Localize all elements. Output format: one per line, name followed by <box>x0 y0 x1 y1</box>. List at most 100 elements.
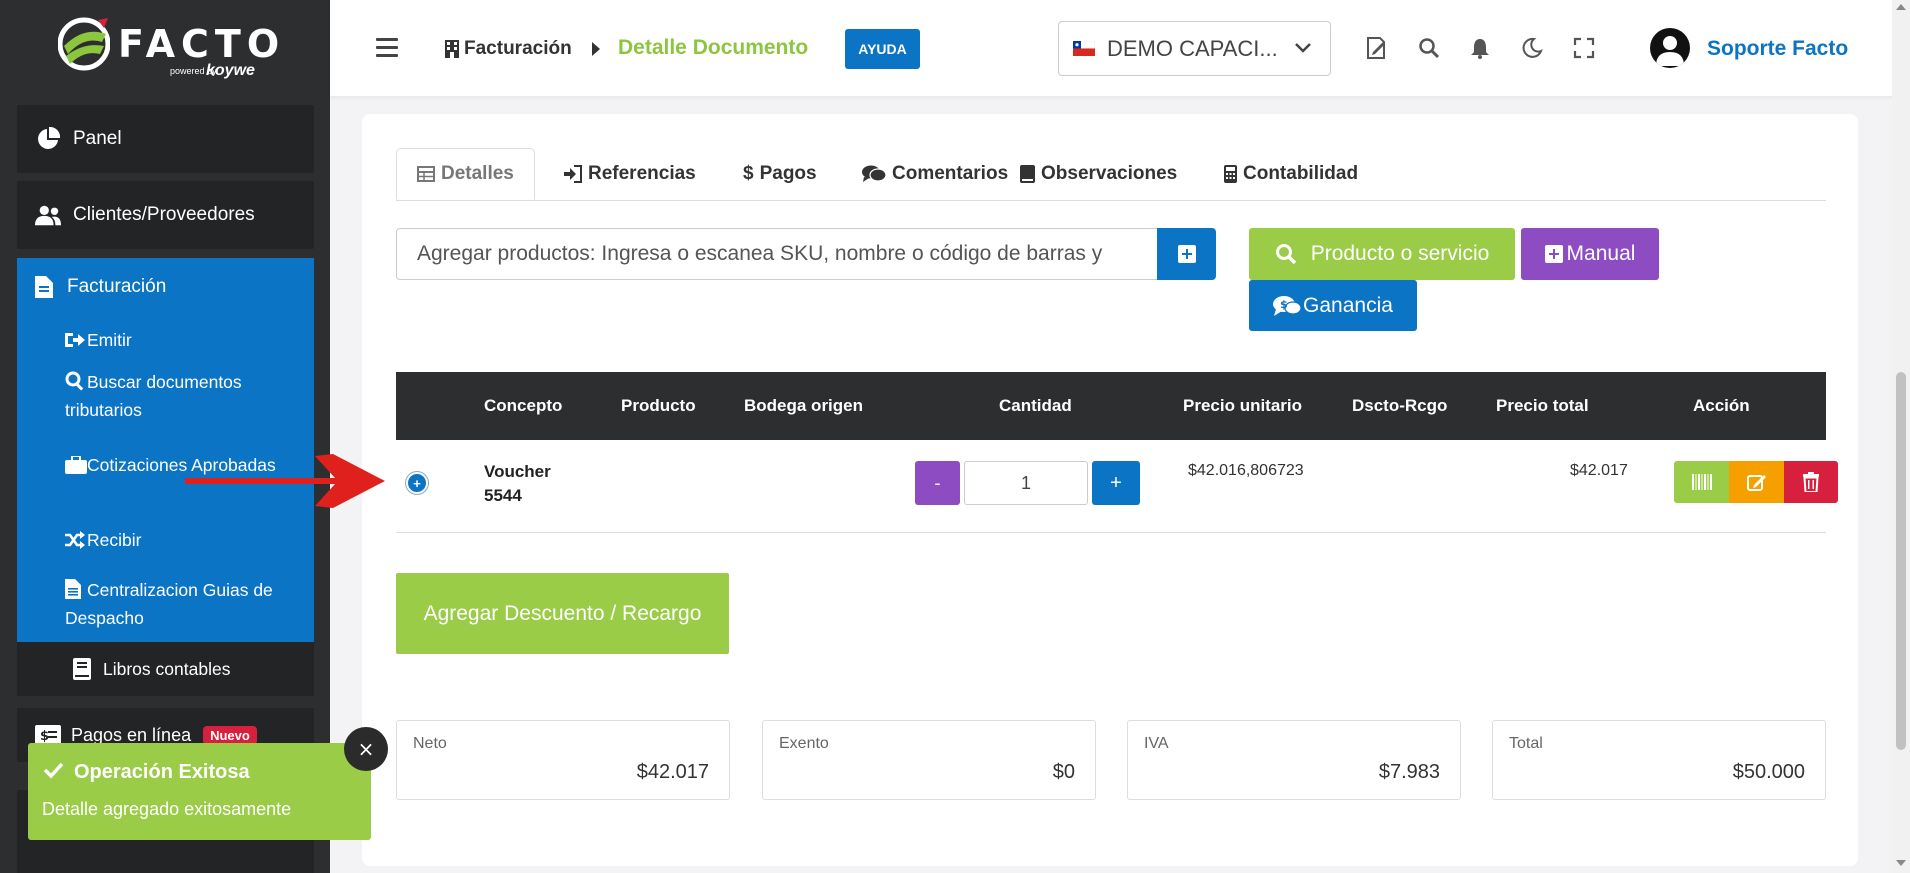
document-detail-card: Detalles Referencias $ Pagos Comentarios… <box>362 114 1858 866</box>
summary-value: $50.000 <box>1732 761 1805 783</box>
edit-button[interactable] <box>1729 461 1785 503</box>
logo[interactable]: FACTO powered by koywe <box>0 0 330 98</box>
trash-icon <box>1803 472 1819 492</box>
toast-close-button[interactable]: × <box>344 727 388 771</box>
tab-pagos[interactable]: $ Pagos <box>743 148 817 200</box>
sidebar-subitem-label: Centralizacion Guias de Despacho <box>65 580 273 628</box>
comments-icon <box>862 165 886 183</box>
summary-value: $0 <box>1052 761 1075 783</box>
tab-comentarios[interactable]: Comentarios <box>862 148 1008 200</box>
sidebar-subitem-centralizacion[interactable]: Centralizacion Guias de Despacho <box>65 578 305 631</box>
product-search-input[interactable]: Agregar productos: Ingresa o escanea SKU… <box>396 228 1160 280</box>
column-header: Dscto-Rcgo <box>1352 396 1448 415</box>
quantity-input[interactable]: 1 <box>964 461 1088 505</box>
logo-brand: koywe <box>206 62 255 79</box>
sidebar-item-facturacion[interactable]: Facturación <box>35 276 166 298</box>
delete-button[interactable] <box>1784 461 1838 503</box>
scroll-up-icon[interactable] <box>1896 4 1906 10</box>
book-icon <box>73 658 91 680</box>
avatar[interactable] <box>1650 28 1690 68</box>
scroll-down-icon[interactable] <box>1896 860 1906 866</box>
hamburger-menu-icon[interactable] <box>376 38 398 57</box>
ganancia-button[interactable]: $ Ganancia <box>1249 280 1417 331</box>
tab-detalles[interactable]: Detalles <box>396 148 535 200</box>
button-label: Ganancia <box>1303 293 1393 317</box>
sidebar-item-label: Libros contables <box>103 658 231 679</box>
logo-text: FACTO <box>118 22 286 66</box>
column-header: Precio unitario <box>1183 396 1303 415</box>
tab-observaciones[interactable]: Observaciones <box>1020 148 1177 200</box>
comments-dollar-icon: $ <box>1273 295 1302 316</box>
breadcrumb-facturacion[interactable]: Facturación <box>445 38 572 60</box>
tab-label: Comentarios <box>892 163 1009 184</box>
add-product-button[interactable] <box>1157 228 1216 280</box>
signature-icon[interactable] <box>1365 36 1389 60</box>
success-toast: Operación Exitosa Detalle agregado exito… <box>28 743 371 840</box>
tab-label: Observaciones <box>1041 163 1178 184</box>
sidebar-item-libros[interactable]: Libros contables <box>17 642 314 696</box>
summary-value: $42.017 <box>636 761 709 783</box>
summary-neto: Neto $42.017 <box>396 720 730 800</box>
topbar: Facturación Detalle Documento AYUDA DEMO… <box>330 0 1910 96</box>
manual-button[interactable]: Manual <box>1521 228 1659 280</box>
svg-text:$: $ <box>1280 298 1288 311</box>
users-icon <box>35 202 61 228</box>
tab-contabilidad[interactable]: Contabilidad <box>1224 148 1358 200</box>
chile-flag-icon <box>1072 40 1096 56</box>
barcode-icon <box>1692 474 1712 490</box>
tab-referencias[interactable]: Referencias <box>564 148 696 200</box>
money-icon: $ <box>35 725 61 745</box>
sidebar-subitem-emitir[interactable]: Emitir <box>65 328 305 356</box>
company-select[interactable]: DEMO CAPACI... <box>1058 21 1331 76</box>
tab-label: Contabilidad <box>1243 163 1359 184</box>
summary-value: $7.983 <box>1378 761 1440 783</box>
building-icon <box>445 40 459 58</box>
sidebar-subitem-recibir[interactable]: Recibir <box>65 528 305 556</box>
briefcase-icon <box>65 455 87 481</box>
quantity-decrement-button[interactable]: - <box>915 461 960 505</box>
new-badge: Nuevo <box>203 725 257 745</box>
tab-label: Referencias <box>588 163 696 184</box>
sidebar-subitem-label: Recibir <box>87 530 142 550</box>
sidebar-item-panel[interactable]: Panel <box>17 105 314 173</box>
shuffle-icon <box>65 531 87 556</box>
sidebar-subitem-label: Buscar documentos tributarios <box>65 372 242 420</box>
expand-row-icon[interactable]: + <box>406 472 428 494</box>
plus-square-icon <box>1177 245 1196 263</box>
page-scrollbar[interactable] <box>1892 0 1910 873</box>
sidebar-subitem-label: Emitir <box>87 330 132 350</box>
page-title: Detalle Documento <box>618 36 809 59</box>
file-icon <box>35 276 53 298</box>
summary-iva: IVA $7.983 <box>1127 720 1461 800</box>
tab-bar: Detalles Referencias $ Pagos Comentarios… <box>396 148 1826 201</box>
moon-icon[interactable] <box>1520 36 1544 60</box>
add-discount-button[interactable]: Agregar Descuento / Recargo <box>396 573 729 654</box>
column-header: Producto <box>621 396 696 415</box>
company-name: DEMO CAPACI... <box>1107 35 1278 61</box>
barcode-button[interactable] <box>1674 461 1730 503</box>
search-icon[interactable] <box>1417 36 1441 60</box>
tab-label: Detalles <box>441 163 514 184</box>
column-header: Precio total <box>1496 396 1589 415</box>
file-text-icon <box>65 579 87 606</box>
search-icon <box>1275 244 1296 265</box>
sidebar-item-label: Panel <box>73 128 122 149</box>
scrollbar-thumb[interactable] <box>1896 372 1906 750</box>
sign-out-icon <box>65 331 87 356</box>
sidebar-item-clientes[interactable]: Clientes/Proveedores <box>17 181 314 249</box>
table-icon <box>417 166 435 182</box>
help-button[interactable]: AYUDA <box>845 29 920 69</box>
breadcrumb-caret-icon <box>592 42 600 56</box>
column-header: Cantidad <box>999 396 1072 415</box>
fullscreen-icon[interactable] <box>1572 36 1596 60</box>
user-name[interactable]: Soporte Facto <box>1707 37 1848 61</box>
sidebar-subitem-buscar[interactable]: Buscar documentos tributarios <box>65 370 305 423</box>
row-precio-unitario: $42.016,806723 <box>1188 462 1304 479</box>
summary-total: Total $50.000 <box>1492 720 1826 800</box>
chevron-down-icon <box>1295 43 1311 53</box>
bell-icon[interactable] <box>1468 36 1492 60</box>
svg-text:$: $ <box>40 729 49 744</box>
quantity-increment-button[interactable]: + <box>1092 461 1140 505</box>
product-service-button[interactable]: Producto o servicio <box>1249 228 1515 280</box>
row-concepto: Voucher 5544 <box>484 462 551 505</box>
